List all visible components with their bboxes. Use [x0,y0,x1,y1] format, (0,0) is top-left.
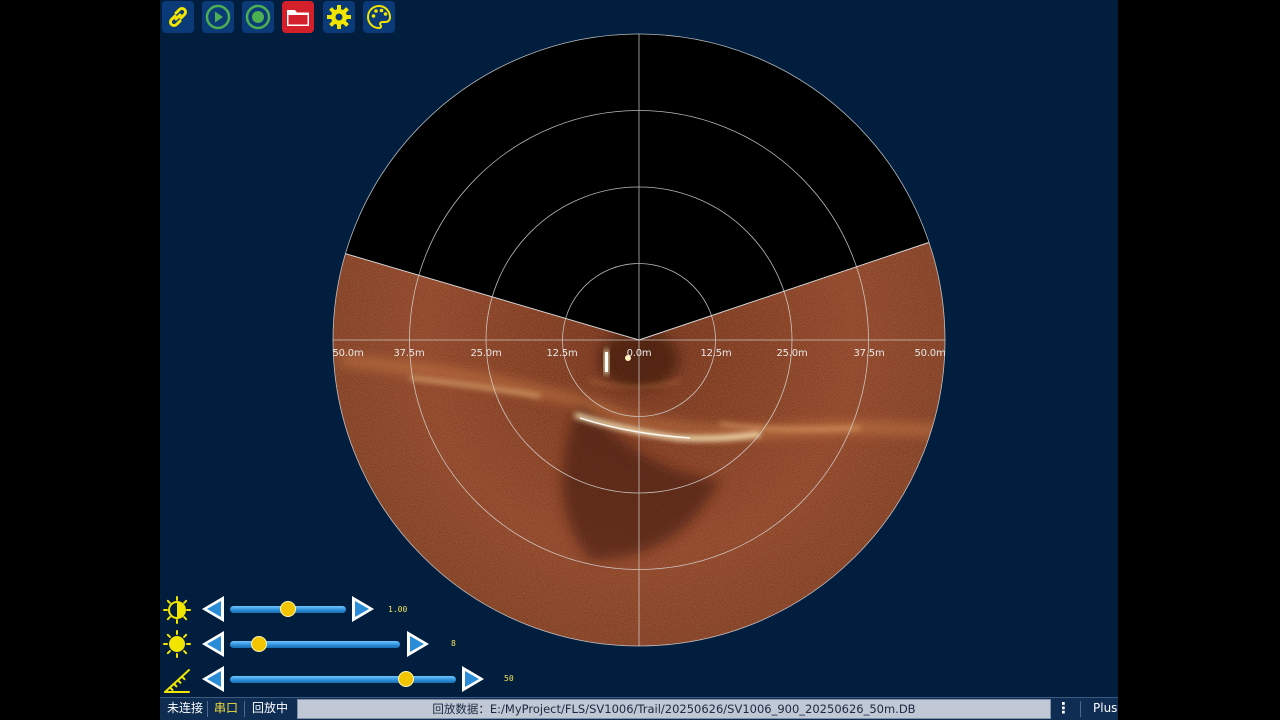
range-label-left-50: 50.0m [332,348,364,359]
playback-file-path: 回放数据：E:/MyProject/FLS/SV1006/Trail/20250… [297,699,1051,719]
sun-icon [163,630,191,658]
brightness-increase-button[interactable] [403,629,433,659]
range-increase-button[interactable] [458,664,488,694]
status-divider [207,701,208,717]
edition-label: Plus [1093,701,1118,715]
contrast-value: 1.00 [388,605,408,614]
playback-status: 回放中 [252,701,289,715]
contrast-decrease-button[interactable] [198,594,228,624]
brightness-slider[interactable] [230,636,400,652]
contrast-slider-thumb[interactable] [280,601,296,617]
range-decrease-button[interactable] [198,664,228,694]
brightness-slider-thumb[interactable] [250,636,267,652]
ruler-icon [164,669,190,693]
more-vertical-icon[interactable]: ⋮ [1056,698,1071,720]
port-status: 串口 [214,701,239,715]
range-label-right-12-5: 12.5m [700,348,732,359]
range-label-left-37-5: 37.5m [393,348,425,359]
range-label-right-37-5: 37.5m [853,348,885,359]
status-divider [1080,701,1081,717]
status-divider [244,701,245,717]
sonar-app-window: 50.0m 37.5m 25.0m 12.5m 0.0m 12.5m 25.0m… [160,0,1118,720]
brightness-value: 8 [451,639,456,648]
status-bar: 未连接 串口 回放中 回放数据：E:/MyProject/FLS/SV1006/… [160,697,1118,720]
contrast-increase-button[interactable] [348,594,378,624]
connection-status: 未连接 [167,701,204,715]
contrast-slider[interactable] [230,601,346,617]
range-label-left-12-5: 12.5m [546,348,578,359]
range-label-right-50: 50.0m [914,348,946,359]
brightness-decrease-button[interactable] [198,629,228,659]
range-label-right-25: 25.0m [776,348,808,359]
range-label-left-25: 25.0m [470,348,502,359]
range-value: 50 [504,674,514,683]
contrast-sun-icon [163,596,191,624]
range-label-center: 0.0m [626,348,652,359]
range-slider[interactable] [230,671,456,687]
